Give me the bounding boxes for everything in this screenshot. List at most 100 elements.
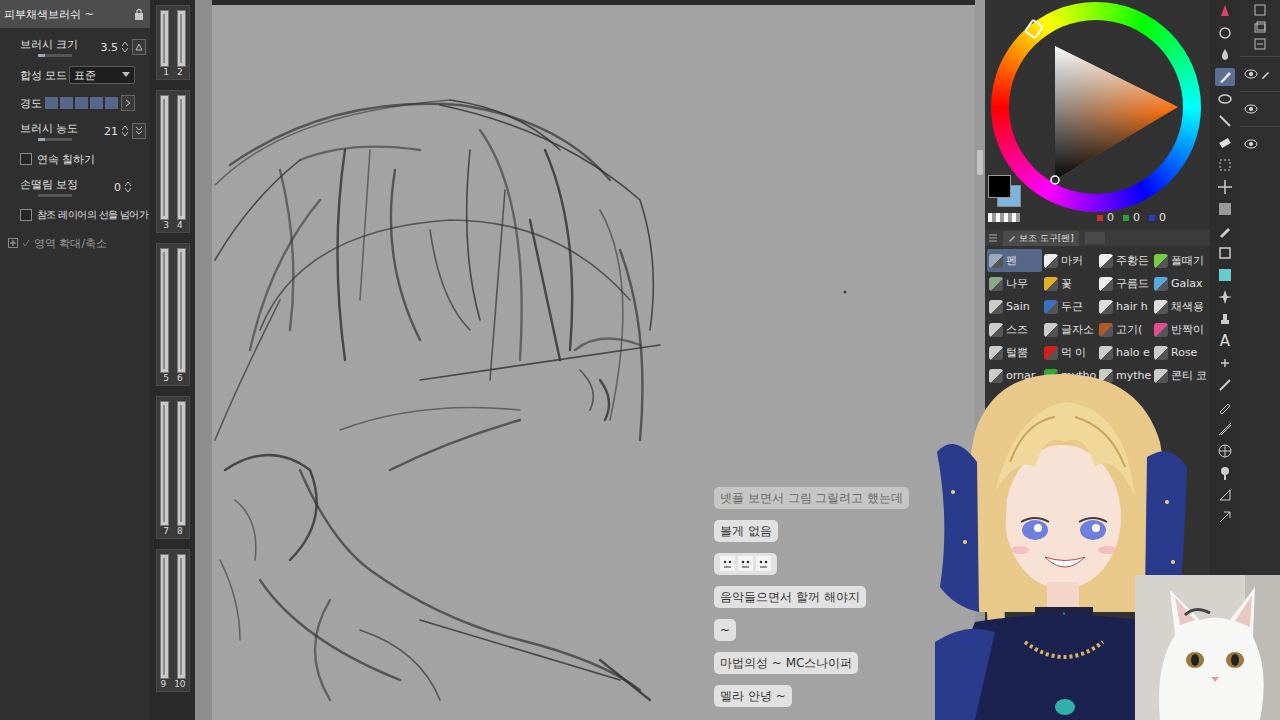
brush-size-slider[interactable] [160,95,169,220]
layer-folder-icon[interactable] [1254,21,1266,33]
hardness-block[interactable] [45,97,58,109]
subtool-item[interactable]: 꽃 [1042,272,1097,295]
spin-arrows-icon[interactable] [121,41,129,53]
brush-size-slider[interactable] [160,401,169,526]
tool-button[interactable] [1215,354,1235,372]
brush-size-tile[interactable]: 56 [156,243,190,386]
second-tab[interactable] [1085,232,1105,244]
brush-size-slider[interactable] [177,10,186,67]
blend-mode-dropdown[interactable]: 표준 [69,66,135,84]
canvas[interactable] [212,5,975,720]
spin-arrows-icon[interactable] [121,125,129,137]
brush-size-slider[interactable] [160,554,169,679]
brush-size-tile[interactable]: 34 [156,90,190,233]
tool-button[interactable] [1215,376,1235,394]
hardness-more-button[interactable] [121,95,135,111]
tool-button[interactable] [1215,68,1235,86]
new-layer-icon[interactable] [1254,4,1266,16]
property-value[interactable]: 3.5 [99,41,118,54]
subtool-item[interactable]: 주황든 [1097,249,1152,272]
brush-size-slider[interactable] [177,554,186,679]
property-slider[interactable] [38,138,72,141]
tool-button[interactable]: A [1215,332,1235,350]
tool-button[interactable] [1215,486,1235,504]
hardness-block[interactable] [105,97,118,109]
checkbox[interactable] [20,153,32,165]
subtool-item[interactable]: 폴때기 [1152,249,1207,272]
subtool-item[interactable]: 먹 이 [1042,341,1097,364]
tool-button[interactable] [1215,156,1235,174]
property-value[interactable]: 0 [99,181,121,194]
subtool-item[interactable]: 털뿜 [987,341,1042,364]
subtool-tab[interactable]: 보조 도구[펜] [1003,231,1079,246]
subtool-item[interactable]: Rose [1152,341,1207,364]
eye-icon[interactable] [1244,139,1258,149]
tool-button[interactable] [1215,398,1235,416]
layer-row[interactable] [1240,56,1280,91]
layer-row[interactable] [1240,91,1280,126]
hardness-blocks[interactable] [45,97,118,109]
subtool-item[interactable]: 나무 [987,272,1042,295]
brush-size-tile[interactable]: 910 [156,549,190,692]
tool-button[interactable] [1215,112,1235,130]
property-slider[interactable] [38,54,72,57]
subtool-item[interactable]: 스즈 [987,318,1042,341]
density-toggle-button[interactable] [132,123,146,139]
subtool-item[interactable]: Sain [987,295,1042,318]
tool-button[interactable] [1215,90,1235,108]
subtool-item[interactable]: 반짝이 [1152,318,1207,341]
pencil-icon [1261,139,1271,149]
eye-icon[interactable] [1244,69,1258,79]
subtool-label: 두근 [1061,299,1083,314]
subtool-item[interactable]: hair h [1097,295,1152,318]
checkbox[interactable] [20,209,32,221]
expand-plus-icon[interactable] [8,238,18,248]
subtool-item[interactable]: halo e [1097,341,1152,364]
property-slider[interactable] [38,194,72,197]
brush-size-slider[interactable] [177,95,186,220]
chat-emote [714,553,777,575]
scroll-thumb[interactable] [977,150,983,175]
tool-button[interactable] [1215,46,1235,64]
main-color-chip[interactable] [988,175,1011,198]
tool-button[interactable] [1215,2,1235,20]
layer-settings-icon[interactable] [1254,38,1266,50]
tool-button[interactable] [1215,464,1235,482]
tool-button[interactable] [1215,200,1235,218]
tool-button[interactable] [1215,24,1235,42]
eye-icon[interactable] [1244,104,1258,114]
tool-button[interactable] [1215,244,1235,262]
layer-row[interactable] [1240,126,1280,161]
hardness-block[interactable] [90,97,103,109]
subtool-item[interactable]: Galax [1152,272,1207,295]
property-value[interactable]: 21 [99,125,118,138]
hardness-block[interactable] [75,97,88,109]
subtool-item[interactable]: 구름드 [1097,272,1152,295]
tool-button[interactable] [1215,266,1235,284]
tool-button[interactable] [1215,508,1235,526]
brush-size-slider[interactable] [177,401,186,526]
size-toggle-button[interactable] [132,39,146,55]
tool-button[interactable] [1215,178,1235,196]
subtool-item[interactable]: 콘티 코 [1152,364,1207,387]
brush-size-slider[interactable] [160,10,169,67]
brush-size-slider[interactable] [160,248,169,373]
tool-button[interactable] [1215,420,1235,438]
spin-arrows-icon[interactable] [124,181,132,193]
tool-button[interactable] [1215,442,1235,460]
tool-button[interactable] [1215,310,1235,328]
subtool-item[interactable]: 채색용 [1152,295,1207,318]
subtool-item[interactable]: 펜 [987,249,1042,272]
brush-size-tile[interactable]: 12 [156,5,190,80]
subtool-item[interactable]: 두근 [1042,295,1097,318]
brush-size-slider[interactable] [177,248,186,373]
tool-button[interactable] [1215,288,1235,306]
subtool-item[interactable]: 마커 [1042,249,1097,272]
brush-size-tile[interactable]: 78 [156,396,190,539]
hardness-block[interactable] [60,97,73,109]
subtool-item[interactable]: 글자소 [1042,318,1097,341]
subtool-item[interactable]: 고기( [1097,318,1152,341]
tool-button[interactable] [1215,222,1235,240]
transparent-chip[interactable] [988,213,1020,222]
tool-button[interactable] [1215,134,1235,152]
